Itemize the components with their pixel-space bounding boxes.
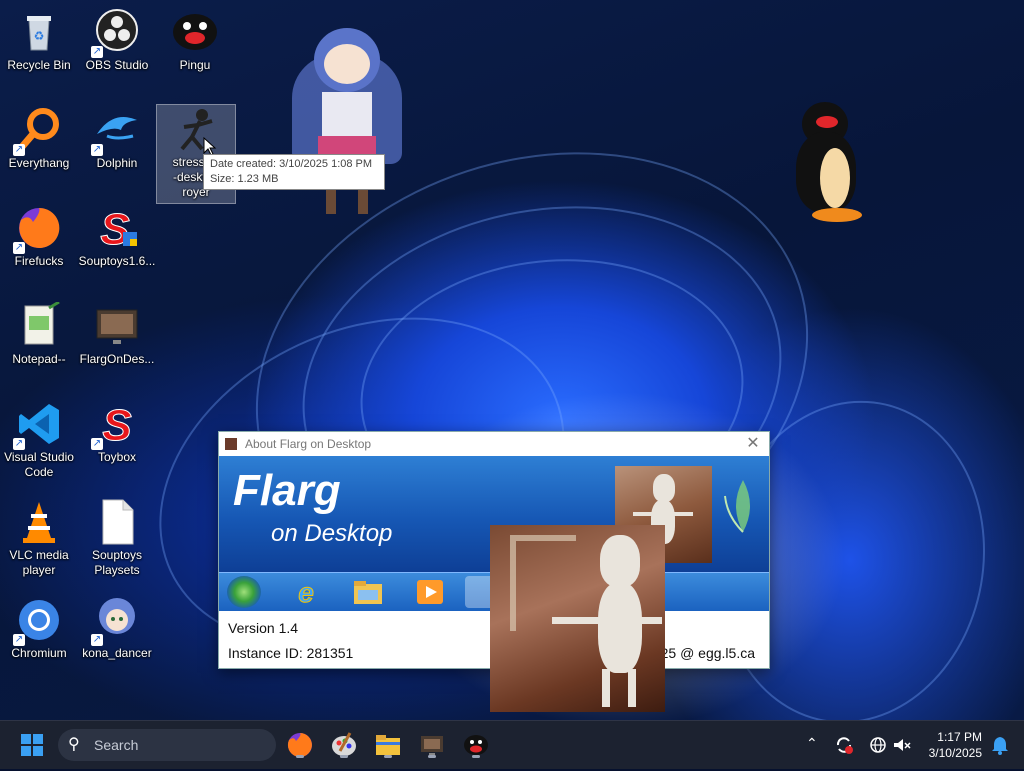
shortcut-arrow-icon: ↗ [91, 438, 103, 450]
windows-logo-icon [21, 734, 43, 756]
desktop-icon-pingu[interactable]: Pingu [156, 8, 234, 73]
shortcut-arrow-icon: ↗ [91, 634, 103, 646]
recycle-bin-icon: ♻ [15, 8, 63, 56]
network-globe-icon[interactable] [868, 735, 888, 755]
taskbar-firefox[interactable] [284, 729, 316, 761]
desktop-icon-label: Toybox [97, 450, 137, 464]
obs-studio-icon: ↗ [91, 8, 141, 58]
clock-date: 3/10/2025 [928, 746, 982, 760]
system-clock[interactable]: 1:17 PM 3/10/2025 [929, 729, 982, 761]
pingu-icon [171, 8, 219, 56]
desktop-icon-notepad[interactable]: Notepad-- [0, 300, 78, 367]
kona-dancer-icon: ↗ [91, 596, 141, 646]
desktop-icon-label: Notepad-- [12, 352, 66, 366]
svg-text:♻: ♻ [34, 29, 45, 43]
desktop-icon-recycle-bin[interactable]: ♻ Recycle Bin [0, 8, 78, 73]
folder-icon [351, 576, 385, 608]
start-button[interactable] [16, 729, 48, 761]
volume-muted-icon[interactable] [892, 735, 912, 755]
close-button[interactable]: ✕ [743, 432, 763, 456]
desktop-icon-label: Chromium [11, 646, 67, 660]
version-label: Version 1.4 [228, 620, 299, 636]
notification-bell-icon[interactable] [990, 735, 1010, 755]
internet-explorer-icon: e [289, 576, 323, 609]
notepad-icon [15, 300, 63, 350]
desktop-icon-vlc[interactable]: VLC media player [0, 498, 78, 578]
magnifier-icon: ↗ [13, 106, 63, 156]
tooltip-date-created: Date created: 3/10/2025 1:08 PM [210, 158, 373, 170]
desktop-icon-label: Souptoys1.6... [78, 254, 156, 268]
flarg-icon [93, 302, 141, 350]
window-title: About Flarg on Desktop [245, 437, 372, 451]
desktop-icon-kona-dancer[interactable]: ↗ kona_dancer [78, 596, 156, 661]
desktop-icon-label: OBS Studio [85, 58, 149, 72]
sync-icon[interactable] [834, 735, 854, 755]
taskbar-search[interactable]: ⚲ Search [58, 729, 276, 761]
svg-text:S: S [102, 401, 131, 448]
desktop-icon-firefucks[interactable]: ↗ Firefucks [0, 204, 78, 269]
souptoys-icon: S ↗ [91, 400, 141, 451]
desktop-icon-label: VLC media player [9, 548, 69, 577]
taskbar-pingu[interactable] [460, 729, 492, 761]
shortcut-arrow-icon: ↗ [91, 46, 103, 58]
shortcut-arrow-icon: ↗ [91, 144, 103, 156]
search-placeholder: Search [94, 737, 139, 753]
shortcut-arrow-icon: ↗ [13, 144, 25, 156]
desktop-icon-label: Recycle Bin [7, 58, 71, 72]
desktop-icon-label: Everythang [8, 156, 70, 170]
dolphin-icon: ↗ [91, 106, 141, 156]
blank-file-icon [93, 498, 141, 546]
desktop-icon-flarg-on-desktop[interactable]: FlargOnDes... [78, 302, 156, 367]
desktop-icon-label: Dolphin [96, 156, 138, 170]
leaf-icon [724, 480, 750, 533]
desktop-icon-obs-studio[interactable]: ↗ OBS Studio [78, 8, 156, 73]
app-icon [225, 438, 237, 450]
souptoys-icon: S [93, 204, 141, 255]
taskbar-flarg[interactable] [416, 729, 448, 761]
desktop-icon-vscode[interactable]: ↗ Visual Studio Code [0, 400, 78, 480]
desktop-icon-toybox[interactable]: S ↗ Toybox [78, 400, 156, 465]
desktop-icon-souptoys-playsets[interactable]: Souptoys Playsets [78, 498, 156, 578]
banner-title: Flarg [233, 466, 341, 515]
window-titlebar[interactable]: About Flarg on Desktop ✕ [219, 432, 769, 456]
desktop-icon-label: Souptoys Playsets [91, 548, 143, 577]
desktop-icon-label: FlargOnDes... [79, 352, 155, 366]
desktop-icon-label: kona_dancer [82, 646, 152, 660]
desktop-icon-label: Visual Studio Code [4, 450, 74, 479]
pingu-character[interactable] [794, 102, 864, 226]
tooltip-size: Size: 1.23 MB [210, 173, 279, 185]
desktop-icon-souptoys[interactable]: S Souptoys1.6... [78, 204, 156, 269]
shortcut-arrow-icon: ↗ [13, 438, 25, 450]
media-player-icon [413, 576, 447, 608]
chromium-icon: ↗ [13, 596, 63, 646]
chevron-up-icon[interactable]: ⌃ [806, 735, 818, 752]
taskbar: ⚲ Search ⌃ 1:17 PM 3/10/2025 [0, 720, 1024, 769]
desktop-icon-dolphin[interactable]: ↗ Dolphin [78, 106, 156, 171]
flarg-sprite-large[interactable] [490, 525, 665, 712]
firefox-icon: ↗ [13, 204, 63, 254]
instance-id-label: Instance ID: 281351 [228, 645, 354, 661]
file-tooltip: Date created: 3/10/2025 1:08 PM Size: 1.… [203, 154, 385, 190]
clock-time: 1:17 PM [937, 730, 982, 744]
search-icon: ⚲ [68, 736, 80, 753]
desktop-icon-everythang[interactable]: ↗ Everythang [0, 106, 78, 171]
desktop-icon-label: Firefucks [14, 254, 64, 268]
banner-subtitle: on Desktop [271, 520, 393, 547]
vscode-icon: ↗ [13, 400, 63, 450]
desktop-icon-chromium[interactable]: ↗ Chromium [0, 596, 78, 661]
credit-label: 25 @ egg.l5.ca [660, 645, 755, 661]
start-orb-icon [227, 576, 261, 608]
shortcut-arrow-icon: ↗ [13, 242, 25, 254]
svg-text:e: e [298, 577, 314, 608]
taskbar-file-explorer[interactable] [372, 729, 404, 761]
desktop-icon-label: Pingu [179, 58, 211, 72]
shortcut-arrow-icon: ↗ [13, 634, 25, 646]
taskbar-paint[interactable] [328, 729, 360, 761]
vlc-cone-icon [15, 498, 63, 546]
